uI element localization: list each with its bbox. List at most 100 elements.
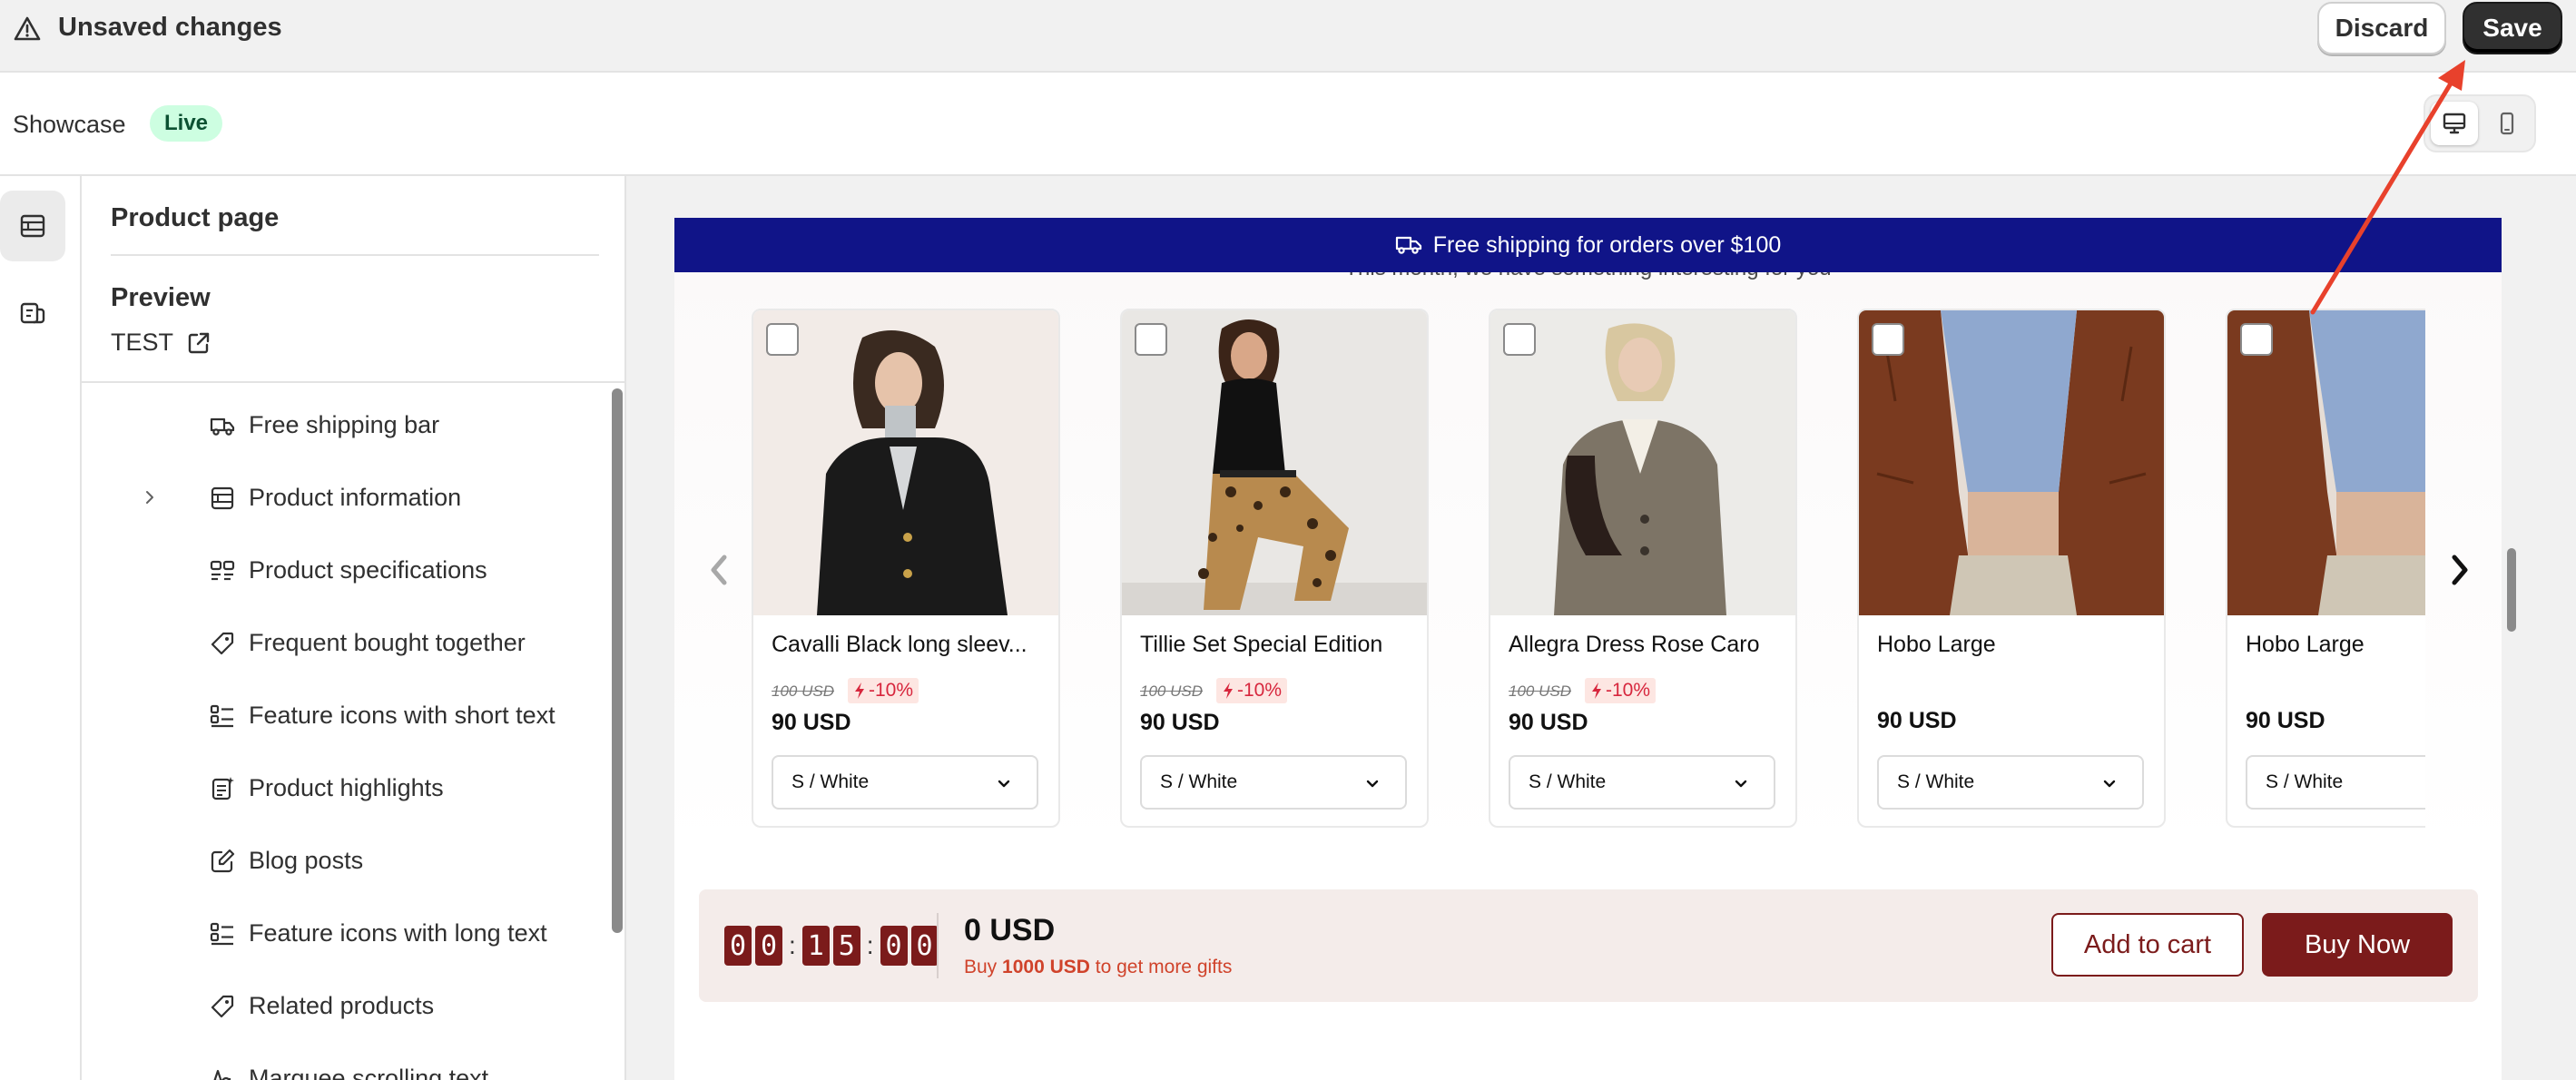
preview-product-name: TEST — [111, 329, 174, 356]
timer-digit: 1 — [801, 926, 830, 966]
specs-icon — [210, 560, 235, 581]
select-checkbox[interactable] — [1872, 323, 1904, 356]
gift-threshold-hint: Buy 1000 USD to get more gifts — [964, 957, 1233, 977]
page-title: Product page — [111, 203, 280, 232]
preview-label: Preview — [111, 283, 211, 312]
section-item-label: Product highlights — [249, 774, 444, 801]
section-item-label: Related products — [249, 992, 435, 1019]
compare-price: 100 USD — [1140, 682, 1203, 700]
product-cards-track: Cavalli Black long sleev... 100 USD -10%… — [752, 309, 2425, 835]
free-shipping-bar: Free shipping for orders over $100 — [674, 218, 2502, 272]
product-card[interactable]: Hobo Large 90 USD S / White — [2226, 309, 2425, 828]
product-card[interactable]: Hobo Large 90 USD S / White — [1857, 309, 2166, 828]
truck-icon — [1395, 236, 1421, 254]
external-link-icon — [188, 332, 210, 353]
list-icon — [210, 922, 233, 946]
select-checkbox[interactable] — [766, 323, 799, 356]
product-name[interactable]: Hobo Large — [1877, 632, 2149, 658]
product-price: 90 USD — [1140, 710, 1220, 735]
timer-digit: 0 — [880, 926, 908, 966]
lightning-icon — [855, 682, 864, 699]
chevron-down-icon — [998, 780, 1010, 788]
buy-now-button[interactable]: Buy Now — [2262, 913, 2453, 977]
variant-select[interactable]: S / White — [1509, 755, 1775, 810]
select-checkbox[interactable] — [2240, 323, 2273, 356]
editor-header: Showcase Live — [0, 73, 2576, 176]
cart-total: 0 USD — [964, 913, 1056, 947]
timer-digit: 0 — [724, 926, 752, 966]
chevron-down-icon — [2103, 780, 2116, 788]
status-badge: Live — [150, 105, 223, 142]
sticky-add-to-cart-bar: 0 0 : 1 5 : 0 0 0 USD Buy 1000 USD to ge… — [699, 889, 2478, 1002]
select-checkbox[interactable] — [1503, 323, 1536, 356]
product-image — [1122, 310, 1427, 615]
mobile-view-button[interactable] — [2483, 102, 2531, 145]
carousel-prev-icon[interactable] — [706, 552, 732, 588]
product-price: 90 USD — [2246, 708, 2325, 733]
product-image — [753, 310, 1058, 615]
discount-badge: -10% — [1585, 678, 1657, 703]
select-checkbox[interactable] — [1135, 323, 1167, 356]
add-to-cart-button[interactable]: Add to cart — [2051, 913, 2244, 977]
countdown-timer: 0 0 : 1 5 : 0 0 — [724, 926, 939, 966]
timer-digit: 5 — [832, 926, 860, 966]
discount-badge: -10% — [848, 678, 919, 703]
product-price: 90 USD — [1877, 708, 1957, 733]
tag-icon — [211, 632, 234, 655]
section-item-label: Blog posts — [249, 847, 364, 874]
preview-scrollbar[interactable] — [2507, 548, 2516, 632]
divider — [82, 381, 624, 383]
list-icon — [210, 704, 233, 728]
product-card[interactable]: Allegra Dress Rose Caro 100 USD -10% 90 … — [1489, 309, 1797, 828]
compare-price: 100 USD — [1509, 682, 1571, 700]
device-switcher — [2424, 94, 2536, 152]
product-card[interactable]: Tillie Set Special Edition 100 USD -10% … — [1120, 309, 1429, 828]
product-image — [2227, 310, 2425, 615]
lightning-icon — [1224, 682, 1233, 699]
variant-select[interactable]: S / White — [2246, 755, 2425, 810]
product-name[interactable]: Cavalli Black long sleev... — [772, 632, 1044, 658]
sections-icon — [20, 214, 45, 238]
section-item-label: Frequent bought together — [249, 629, 526, 656]
preview-product-link[interactable]: TEST — [111, 329, 211, 357]
product-card[interactable]: Cavalli Black long sleev... 100 USD -10%… — [752, 309, 1060, 828]
desktop-view-button[interactable] — [2431, 102, 2478, 145]
truck-icon — [210, 417, 235, 436]
warning-icon — [14, 16, 41, 41]
section-item-label: Marquee scrolling text — [249, 1065, 489, 1080]
left-rail — [0, 176, 82, 1080]
unsaved-changes-title: Unsaved changes — [58, 13, 282, 42]
product-name[interactable]: Allegra Dress Rose Caro — [1509, 632, 1781, 658]
variant-select[interactable]: S / White — [1140, 755, 1407, 810]
section-item-label: Product specifications — [249, 556, 487, 584]
discard-button[interactable]: Discard — [2317, 2, 2446, 54]
compare-price: 100 USD — [772, 682, 834, 700]
section-item-label: Feature icons with short text — [249, 702, 556, 729]
lightning-icon — [1592, 682, 1601, 699]
product-price: 90 USD — [772, 710, 851, 735]
layout-icon — [211, 486, 234, 510]
save-button[interactable]: Save — [2463, 2, 2562, 54]
apps-rail-button[interactable] — [0, 278, 65, 349]
product-image — [1490, 310, 1795, 615]
timer-digit: 0 — [755, 926, 782, 966]
desktop-icon — [2443, 113, 2466, 134]
variant-select[interactable]: S / White — [772, 755, 1038, 810]
product-image — [1859, 310, 2164, 615]
variant-select[interactable]: S / White — [1877, 755, 2144, 810]
carousel-next-icon[interactable] — [2447, 552, 2473, 588]
mobile-icon — [2500, 112, 2514, 135]
sidebar-scrollbar[interactable] — [612, 388, 623, 933]
product-price: 90 USD — [1509, 710, 1588, 735]
sections-rail-button[interactable] — [0, 191, 65, 261]
free-shipping-text: Free shipping for orders over $100 — [1432, 231, 1782, 258]
chevron-right-icon[interactable] — [140, 487, 160, 507]
divider — [937, 913, 939, 978]
divider — [111, 254, 599, 256]
product-name[interactable]: Hobo Large — [2246, 632, 2425, 658]
chevron-down-icon — [1735, 780, 1747, 788]
text-icon — [213, 1069, 231, 1080]
product-name[interactable]: Tillie Set Special Edition — [1140, 632, 1412, 658]
theme-name: Showcase — [13, 111, 126, 138]
edit-icon — [211, 849, 235, 873]
